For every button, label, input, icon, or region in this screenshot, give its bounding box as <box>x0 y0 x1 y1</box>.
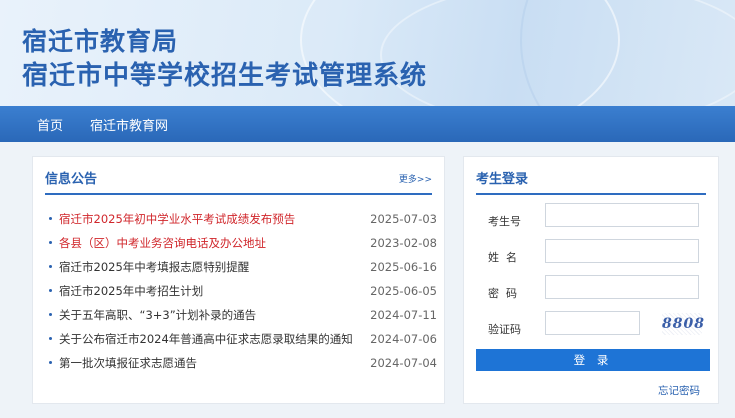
password-input[interactable] <box>545 275 699 299</box>
bullet-icon <box>49 265 52 268</box>
news-item-title[interactable]: 宿迁市2025年初中学业水平考试成绩发布预告 <box>59 207 295 231</box>
news-item-date: 2023-02-08 <box>370 236 437 250</box>
news-item-title[interactable]: 宿迁市2025年中考招生计划 <box>59 279 203 303</box>
name-row: 姓 名 <box>476 239 708 275</box>
list-item[interactable]: 宿迁市2025年中考招生计划 2025-06-05 <box>45 279 437 303</box>
header-title-line2: 宿迁市中等学校招生考试管理系统 <box>22 61 428 91</box>
nav-item-edu-site[interactable]: 宿迁市教育网 <box>90 115 168 134</box>
news-item-title[interactable]: 第一批次填报征求志愿通告 <box>59 351 197 375</box>
login-panel-title: 考生登录 <box>476 172 529 187</box>
news-item-title[interactable]: 宿迁市2025年中考填报志愿特别提醒 <box>59 255 249 279</box>
login-panel: 考生登录 考生号 姓 名 密 码 验证码 8808 登 录 忘记密码 <box>463 156 719 404</box>
captcha-image[interactable]: 8808 <box>662 313 704 335</box>
list-item[interactable]: 关于五年高职、“3+3”计划补录的通告 2024-07-11 <box>45 303 437 327</box>
news-item-date: 2024-07-11 <box>370 308 437 322</box>
news-item-title[interactable]: 关于公布宿迁市2024年普通高中征求志愿录取结果的通知 <box>59 327 353 351</box>
news-panel-header: 信息公告 更多>> <box>45 157 432 195</box>
header-title-line1: 宿迁市教育局 <box>22 27 179 56</box>
news-more-link[interactable]: 更多>> <box>399 172 432 185</box>
list-item[interactable]: 宿迁市2025年中考填报志愿特别提醒 2025-06-16 <box>45 255 437 279</box>
news-panel: 信息公告 更多>> 宿迁市2025年初中学业水平考试成绩发布预告 2025-07… <box>32 156 445 404</box>
login-form: 考生号 姓 名 密 码 验证码 8808 <box>476 203 708 347</box>
name-label: 姓 名 <box>488 251 517 264</box>
news-item-date: 2025-06-16 <box>370 260 437 274</box>
news-item-date: 2024-07-04 <box>370 356 437 370</box>
nav-item-home[interactable]: 首页 <box>37 115 63 134</box>
exam-no-label: 考生号 <box>488 215 521 228</box>
news-item-date: 2025-06-05 <box>370 284 437 298</box>
news-item-date: 2025-07-03 <box>370 212 437 226</box>
exam-no-input[interactable] <box>545 203 699 227</box>
news-list: 宿迁市2025年初中学业水平考试成绩发布预告 2025-07-03 各县（区）中… <box>45 207 437 375</box>
list-item[interactable]: 宿迁市2025年初中学业水平考试成绩发布预告 2025-07-03 <box>45 207 437 231</box>
captcha-input[interactable] <box>545 311 640 335</box>
list-item[interactable]: 各县（区）中考业务咨询电话及办公地址 2023-02-08 <box>45 231 437 255</box>
list-item[interactable]: 第一批次填报征求志愿通告 2024-07-04 <box>45 351 437 375</box>
bullet-icon <box>49 241 52 244</box>
bullet-icon <box>49 217 52 220</box>
login-button[interactable]: 登 录 <box>476 349 710 371</box>
name-input[interactable] <box>545 239 699 263</box>
bullet-icon <box>49 313 52 316</box>
login-panel-header: 考生登录 <box>476 157 706 195</box>
captcha-row: 验证码 8808 <box>476 311 708 347</box>
news-item-date: 2024-07-06 <box>370 332 437 346</box>
news-panel-title: 信息公告 <box>45 172 98 187</box>
password-label: 密 码 <box>488 287 517 300</box>
password-row: 密 码 <box>476 275 708 311</box>
news-item-title[interactable]: 各县（区）中考业务咨询电话及办公地址 <box>59 231 266 255</box>
captcha-label: 验证码 <box>488 323 521 336</box>
bullet-icon <box>49 337 52 340</box>
nav-bar: 首页 宿迁市教育网 <box>0 106 735 142</box>
news-item-title[interactable]: 关于五年高职、“3+3”计划补录的通告 <box>59 303 256 327</box>
exam-no-row: 考生号 <box>476 203 708 239</box>
bullet-icon <box>49 289 52 292</box>
bullet-icon <box>49 361 52 364</box>
forgot-password-link[interactable]: 忘记密码 <box>658 383 700 398</box>
list-item[interactable]: 关于公布宿迁市2024年普通高中征求志愿录取结果的通知 2024-07-06 <box>45 327 437 351</box>
header-banner: 宿迁市教育局 宿迁市中等学校招生考试管理系统 <box>0 0 735 106</box>
